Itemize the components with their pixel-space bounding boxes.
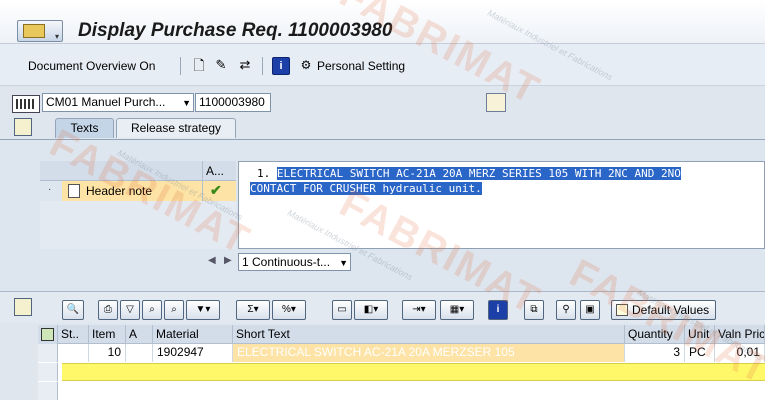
copy-icon[interactable]: ⧉ <box>524 300 544 320</box>
select-all-cell[interactable] <box>38 325 58 344</box>
table-cell-quantity[interactable]: 3 <box>625 344 685 362</box>
default-values-icon <box>616 304 628 316</box>
table-cell-status[interactable] <box>58 344 89 362</box>
table-cell-item[interactable]: 10 <box>89 344 126 362</box>
application-toolbar: Document Overview On 🗋 ✎ ⇄ i ⚙ Personal … <box>0 44 765 86</box>
find-icon[interactable]: ⌕ <box>142 300 162 320</box>
column-header-status[interactable]: St.. <box>58 325 89 344</box>
chevron-down-icon: ▼ <box>182 98 191 108</box>
document-overview-button[interactable]: Document Overview On <box>28 57 155 75</box>
sum-icon[interactable]: Σ▾ <box>236 300 270 320</box>
requisition-number-field[interactable]: 1100003980 <box>195 93 271 112</box>
tree-icon[interactable]: ⚲ <box>556 300 576 320</box>
collapse-items-icon[interactable] <box>14 298 32 316</box>
text-format-value: 1 Continuous-t... <box>242 255 331 269</box>
document-type-value: CM01 Manuel Purch... <box>46 95 166 109</box>
transaction-icon <box>23 24 45 38</box>
column-header-a[interactable]: A <box>126 325 153 344</box>
document-detail-icon[interactable] <box>486 93 506 112</box>
new-document-icon[interactable]: 🗋 <box>190 57 208 75</box>
scroll-left-icon[interactable]: ◀ <box>208 255 216 266</box>
new-item-row[interactable] <box>62 363 765 381</box>
selected-text: ELECTRICAL SWITCH AC-21A 20A MERZ SERIES… <box>276 167 681 180</box>
layout-icon <box>41 328 54 341</box>
tab-release-strategy[interactable]: Release strategy <box>116 118 236 138</box>
details-icon[interactable]: 🔍 <box>62 300 84 320</box>
chevron-down-icon: ▼ <box>339 258 348 268</box>
info-icon[interactable]: i <box>488 300 508 320</box>
text-format-select[interactable]: 1 Continuous-t... ▼ <box>238 253 351 271</box>
set-filter-icon[interactable]: ▼▾ <box>186 300 220 320</box>
document-icon <box>68 184 80 198</box>
table-cell-a[interactable] <box>126 344 153 362</box>
tree-node-connector: · <box>48 184 52 195</box>
layout-icon[interactable]: ▦▾ <box>440 300 474 320</box>
text-tree-empty-area <box>40 201 236 249</box>
collapse-header-icon[interactable] <box>14 118 32 136</box>
row-selector[interactable] <box>38 344 58 362</box>
find-next-icon[interactable]: ⌕ <box>164 300 184 320</box>
views-icon[interactable]: ◧▾ <box>354 300 388 320</box>
subtotal-icon[interactable]: %▾ <box>272 300 306 320</box>
chevron-down-icon: ▾ <box>54 32 59 41</box>
other-document-icon[interactable]: ⇄ <box>236 57 254 75</box>
print-icon[interactable]: ⎙ <box>98 300 118 320</box>
tree-row-label: Header note <box>86 184 153 198</box>
column-header-valn-price[interactable]: Valn Pric <box>715 325 765 344</box>
column-header-quantity[interactable]: Quantity <box>625 325 685 344</box>
document-type-select[interactable]: CM01 Manuel Purch... ▼ <box>42 93 194 112</box>
table-cell-short-text[interactable]: ELECTRICAL SWITCH AC-21A 20A MERZSER 105 <box>233 344 625 362</box>
selected-text: CONTACT FOR CRUSHER hydraulic unit. <box>250 182 482 195</box>
change-icon[interactable]: ✎ <box>212 57 230 75</box>
row-selector[interactable] <box>38 382 58 400</box>
tree-column-a-header: A... <box>206 164 225 178</box>
row-selector[interactable] <box>38 363 58 381</box>
toolbar-separator <box>262 57 263 75</box>
print-preview-icon[interactable]: ▭ <box>332 300 352 320</box>
table-cell-valn-price[interactable]: 0,01 <box>715 344 765 362</box>
clipboard-icon[interactable]: ▣ <box>580 300 600 320</box>
purchase-requisition-icon <box>12 95 40 113</box>
column-header-short-text[interactable]: Short Text <box>233 325 625 344</box>
column-header-item[interactable]: Item <box>89 325 126 344</box>
table-cell-unit[interactable]: PC <box>685 344 715 362</box>
personal-setting-icon[interactable]: ⚙ <box>298 57 314 75</box>
default-values-label: Default Values <box>632 303 710 317</box>
tab-texts[interactable]: Texts <box>55 118 114 138</box>
text-editor[interactable]: 1. ELECTRICAL SWITCH AC-21A 20A MERZ SER… <box>238 161 765 249</box>
line-number: 1. <box>257 167 271 180</box>
column-header-material[interactable]: Material <box>153 325 233 344</box>
title-bar: ▾ Display Purchase Req. 1100003980 <box>0 0 765 44</box>
export-icon[interactable]: ⇥▾ <box>402 300 436 320</box>
scroll-right-icon[interactable]: ▶ <box>224 255 232 266</box>
table-cell-material[interactable]: 1902947 <box>153 344 233 362</box>
editor-line-1: 1. ELECTRICAL SWITCH AC-21A 20A MERZ SER… <box>257 167 681 180</box>
tree-row-header-note[interactable]: · Header note ✔ <box>40 181 236 201</box>
window-title: Display Purchase Req. 1100003980 <box>78 20 393 41</box>
toolbar-separator <box>180 57 181 75</box>
checkmark-icon: ✔ <box>210 182 222 198</box>
system-menu-button[interactable]: ▾ <box>17 20 63 42</box>
filter-icon[interactable]: ▽ <box>120 300 140 320</box>
editor-line-2: CONTACT FOR CRUSHER hydraulic unit. <box>250 182 482 195</box>
personal-setting-button[interactable]: Personal Setting <box>317 57 405 75</box>
info-icon[interactable]: i <box>272 57 290 75</box>
default-values-button[interactable]: Default Values <box>611 300 716 320</box>
column-header-unit[interactable]: Unit <box>685 325 715 344</box>
